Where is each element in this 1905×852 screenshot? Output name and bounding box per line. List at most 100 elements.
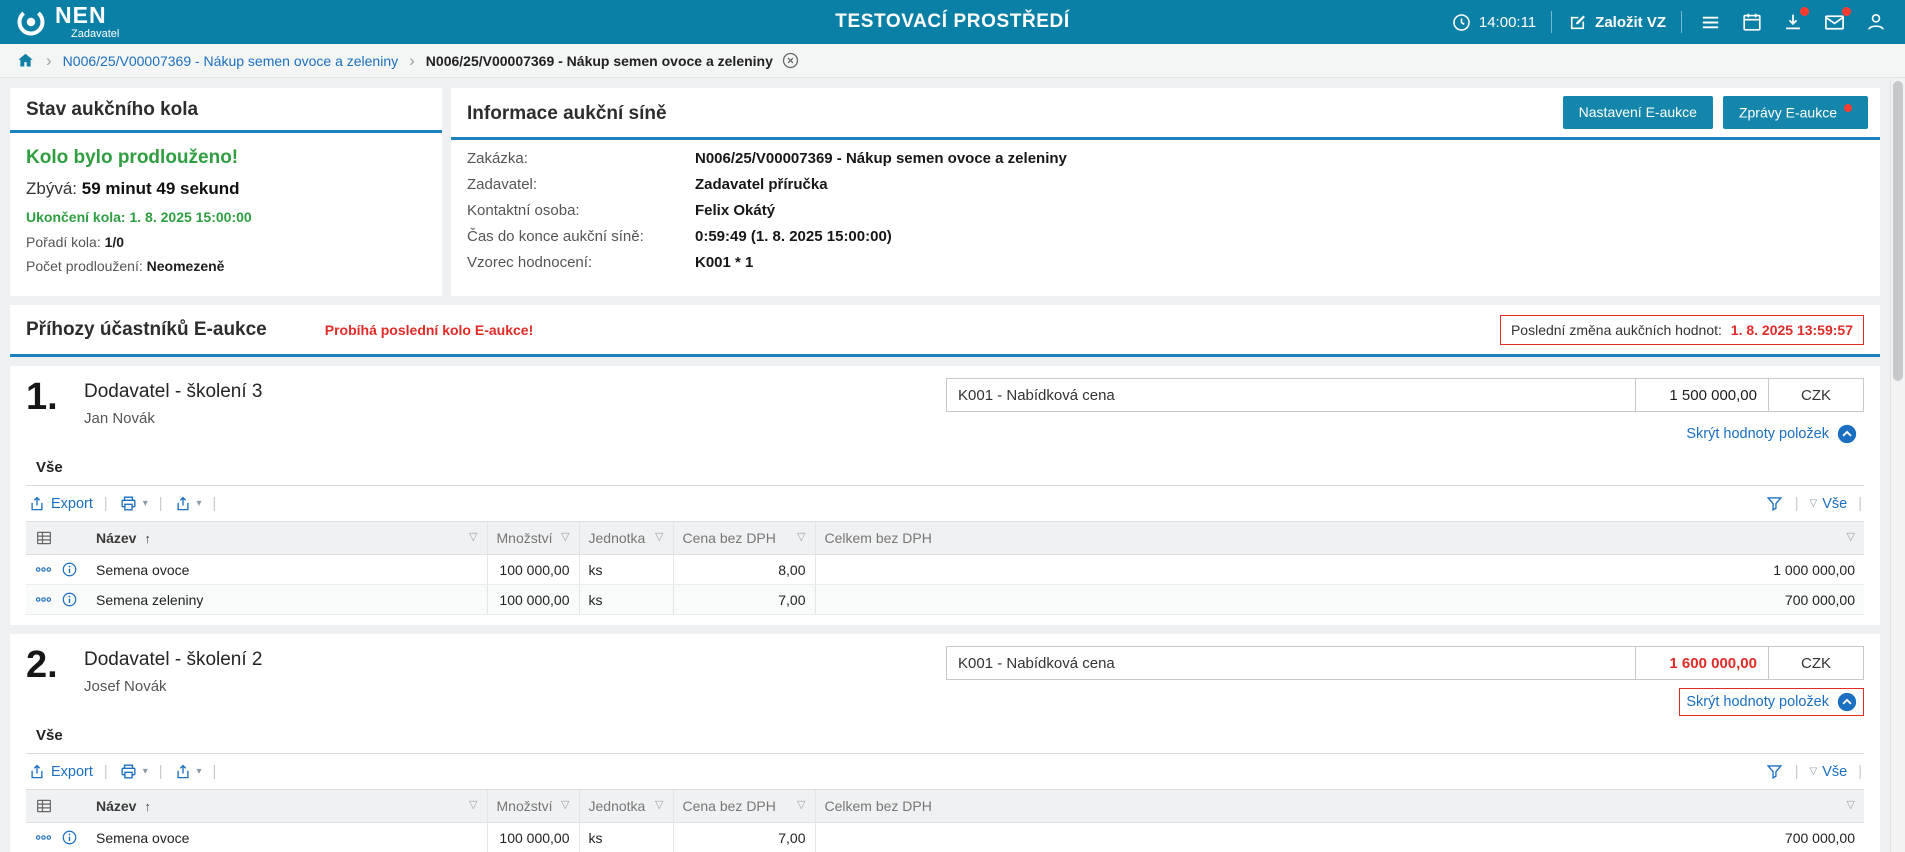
top-bar: NEN Zadavatel TESTOVACÍ PROSTŘEDÍ 14:00:… [0, 0, 1905, 44]
items-table: ▽ Název ↑ ▽ Množství ▽ Jednotka ▽ Cena [26, 789, 1864, 852]
export-button[interactable]: Export [28, 495, 93, 513]
row-menu-icon[interactable] [35, 829, 52, 846]
item-row: Semena ovoce 100 000,00 ks 8,00 1 000 00… [26, 555, 1864, 585]
filter-dropdown-icon[interactable]: ▽ [469, 798, 477, 811]
create-vz-button[interactable]: Založit VZ [1567, 12, 1666, 33]
items-header-row: ▽ Název ↑ ▽ Množství ▽ Jednotka ▽ Cena [26, 522, 1864, 555]
export-icon [28, 495, 46, 513]
column-chooser[interactable] [26, 522, 87, 555]
scrollbar-thumb[interactable] [1893, 81, 1903, 381]
column-header-cena[interactable]: ▽ Cena bez DPH [673, 790, 815, 823]
last-round-warning: Probíhá poslední kolo E-aukce! [325, 322, 533, 338]
profile-icon[interactable] [1863, 9, 1889, 35]
filter-dropdown-icon[interactable]: ▽ [1847, 530, 1855, 543]
filter-dropdown-icon[interactable]: ▽ [655, 530, 663, 543]
column-header-mnozstvi[interactable]: ▽ Množství [487, 790, 579, 823]
column-header-celkem[interactable]: ▽ Celkem bez DPH [815, 790, 1864, 823]
column-header-jednotka[interactable]: ▽ Jednotka [579, 522, 673, 555]
export-menu-button[interactable]: ▾ [174, 495, 202, 513]
view-all-button[interactable]: ▽ Vše [1810, 764, 1848, 780]
column-header-nazev[interactable]: ▽ Název ↑ [87, 790, 487, 823]
last-change-box: Poslední změna aukčních hodnot: 1. 8. 20… [1500, 315, 1864, 345]
tab-all[interactable]: Vše [26, 452, 73, 485]
remaining-value: 59 minut 49 sekund [82, 179, 240, 198]
column-header-celkem[interactable]: ▽ Celkem bez DPH [815, 522, 1864, 555]
print-button[interactable]: ▾ [119, 762, 148, 781]
row-menu-icon[interactable] [35, 591, 52, 608]
tab-all[interactable]: Vše [26, 720, 73, 753]
column-header-nazev[interactable]: ▽ Název ↑ [87, 522, 487, 555]
menu-icon[interactable] [1697, 9, 1724, 36]
eauction-settings-button[interactable]: Nastavení E-aukce [1563, 96, 1713, 129]
info-row-zadavatel: Zadavatel: Zadavatel příručka [467, 176, 1864, 193]
grid-toolbar: Export | ▾ | ▾ | | ▽ Vše | [26, 486, 1864, 521]
cell-mnozstvi: 100 000,00 [487, 585, 579, 615]
round-end: Ukončení kola: 1. 8. 2025 15:00:00 [26, 209, 426, 225]
participant-person: Jan Novák [84, 410, 263, 427]
close-tab-icon[interactable] [781, 51, 800, 70]
print-dropdown-icon[interactable]: ▾ [143, 766, 148, 777]
round-extended-status: Kolo bylo prodlouženo! [26, 147, 426, 169]
print-dropdown-icon[interactable]: ▾ [143, 498, 148, 509]
filter-dropdown-icon[interactable]: ▽ [797, 530, 805, 543]
filter-dropdown-icon[interactable]: ▽ [561, 798, 569, 811]
export-button[interactable]: Export [28, 763, 93, 781]
filter-dropdown-icon[interactable]: ▽ [1847, 798, 1855, 811]
export-dropdown-icon[interactable]: ▾ [197, 766, 202, 777]
cell-nazev: Semena zeleniny [87, 585, 487, 615]
auction-round-title: Stav aukčního kola [10, 88, 442, 133]
bid-criterion-label: K001 - Nabídková cena [946, 646, 1636, 680]
breadcrumb-link[interactable]: N006/25/V00007369 - Nákup semen ovoce a … [63, 53, 398, 69]
info-row-zakazka: Zakázka: N006/25/V00007369 - Nákup semen… [467, 150, 1864, 167]
info-icon[interactable] [61, 591, 78, 608]
tab-bar: Vše [26, 452, 1864, 486]
messages-button-badge [1844, 104, 1852, 112]
downloads-icon[interactable] [1780, 9, 1806, 35]
cell-nazev: Semena ovoce [87, 555, 487, 585]
view-dropdown-icon[interactable]: ▽ [1810, 766, 1818, 777]
info-icon[interactable] [61, 561, 78, 578]
view-dropdown-icon[interactable]: ▽ [1810, 498, 1818, 509]
home-icon[interactable] [16, 51, 35, 70]
bids-section-header: Příhozy účastníků E-aukce Probíhá posled… [10, 305, 1880, 357]
hide-values-link[interactable]: Skrýt hodnoty položek [1686, 694, 1829, 710]
row-menu-icon[interactable] [35, 561, 52, 578]
hide-values-link[interactable]: Skrýt hodnoty položek [1686, 426, 1829, 442]
hide-values-control[interactable]: Skrýt hodnoty položek [1679, 420, 1864, 448]
cell-celkem: 700 000,00 [815, 823, 1864, 852]
nen-logo-icon [16, 7, 46, 37]
filter-dropdown-icon[interactable]: ▽ [561, 530, 569, 543]
nen-logo[interactable]: NEN Zadavatel [16, 4, 119, 40]
funnel-icon [1765, 494, 1784, 513]
collapse-icon[interactable] [1837, 424, 1857, 444]
view-all-button[interactable]: ▽ Vše [1810, 496, 1848, 512]
breadcrumb: › N006/25/V00007369 - Nákup semen ovoce … [0, 44, 1905, 78]
participant-name: Dodavatel - školení 3 [84, 381, 263, 403]
column-header-jednotka[interactable]: ▽ Jednotka [579, 790, 673, 823]
export-icon [28, 763, 46, 781]
hide-values-control[interactable]: Skrýt hodnoty položek [1679, 688, 1864, 716]
filter-button[interactable] [1765, 494, 1784, 513]
column-chooser[interactable] [26, 790, 87, 823]
cell-cena: 8,00 [673, 555, 815, 585]
filter-dropdown-icon[interactable]: ▽ [469, 530, 477, 543]
filter-dropdown-icon[interactable]: ▽ [655, 798, 663, 811]
collapse-icon[interactable] [1837, 692, 1857, 712]
remaining-label: Zbývá: [26, 179, 77, 198]
messages-icon[interactable] [1821, 9, 1848, 36]
bid-criterion-label: K001 - Nabídková cena [946, 378, 1636, 412]
export-menu-button[interactable]: ▾ [174, 763, 202, 781]
breadcrumb-current[interactable]: N006/25/V00007369 - Nákup semen ovoce a … [426, 51, 800, 70]
vertical-scrollbar[interactable] [1890, 79, 1905, 852]
filter-button[interactable] [1765, 762, 1784, 781]
calendar-icon[interactable] [1739, 9, 1765, 35]
clock-icon [1451, 12, 1472, 33]
export-dropdown-icon[interactable]: ▾ [197, 498, 202, 509]
eauction-messages-button[interactable]: Zprávy E-aukce [1723, 96, 1868, 129]
column-header-cena[interactable]: ▽ Cena bez DPH [673, 522, 815, 555]
column-header-mnozstvi[interactable]: ▽ Množství [487, 522, 579, 555]
info-icon[interactable] [61, 829, 78, 846]
filter-dropdown-icon[interactable]: ▽ [797, 798, 805, 811]
print-button[interactable]: ▾ [119, 494, 148, 513]
item-row: Semena ovoce 100 000,00 ks 7,00 700 000,… [26, 823, 1864, 852]
